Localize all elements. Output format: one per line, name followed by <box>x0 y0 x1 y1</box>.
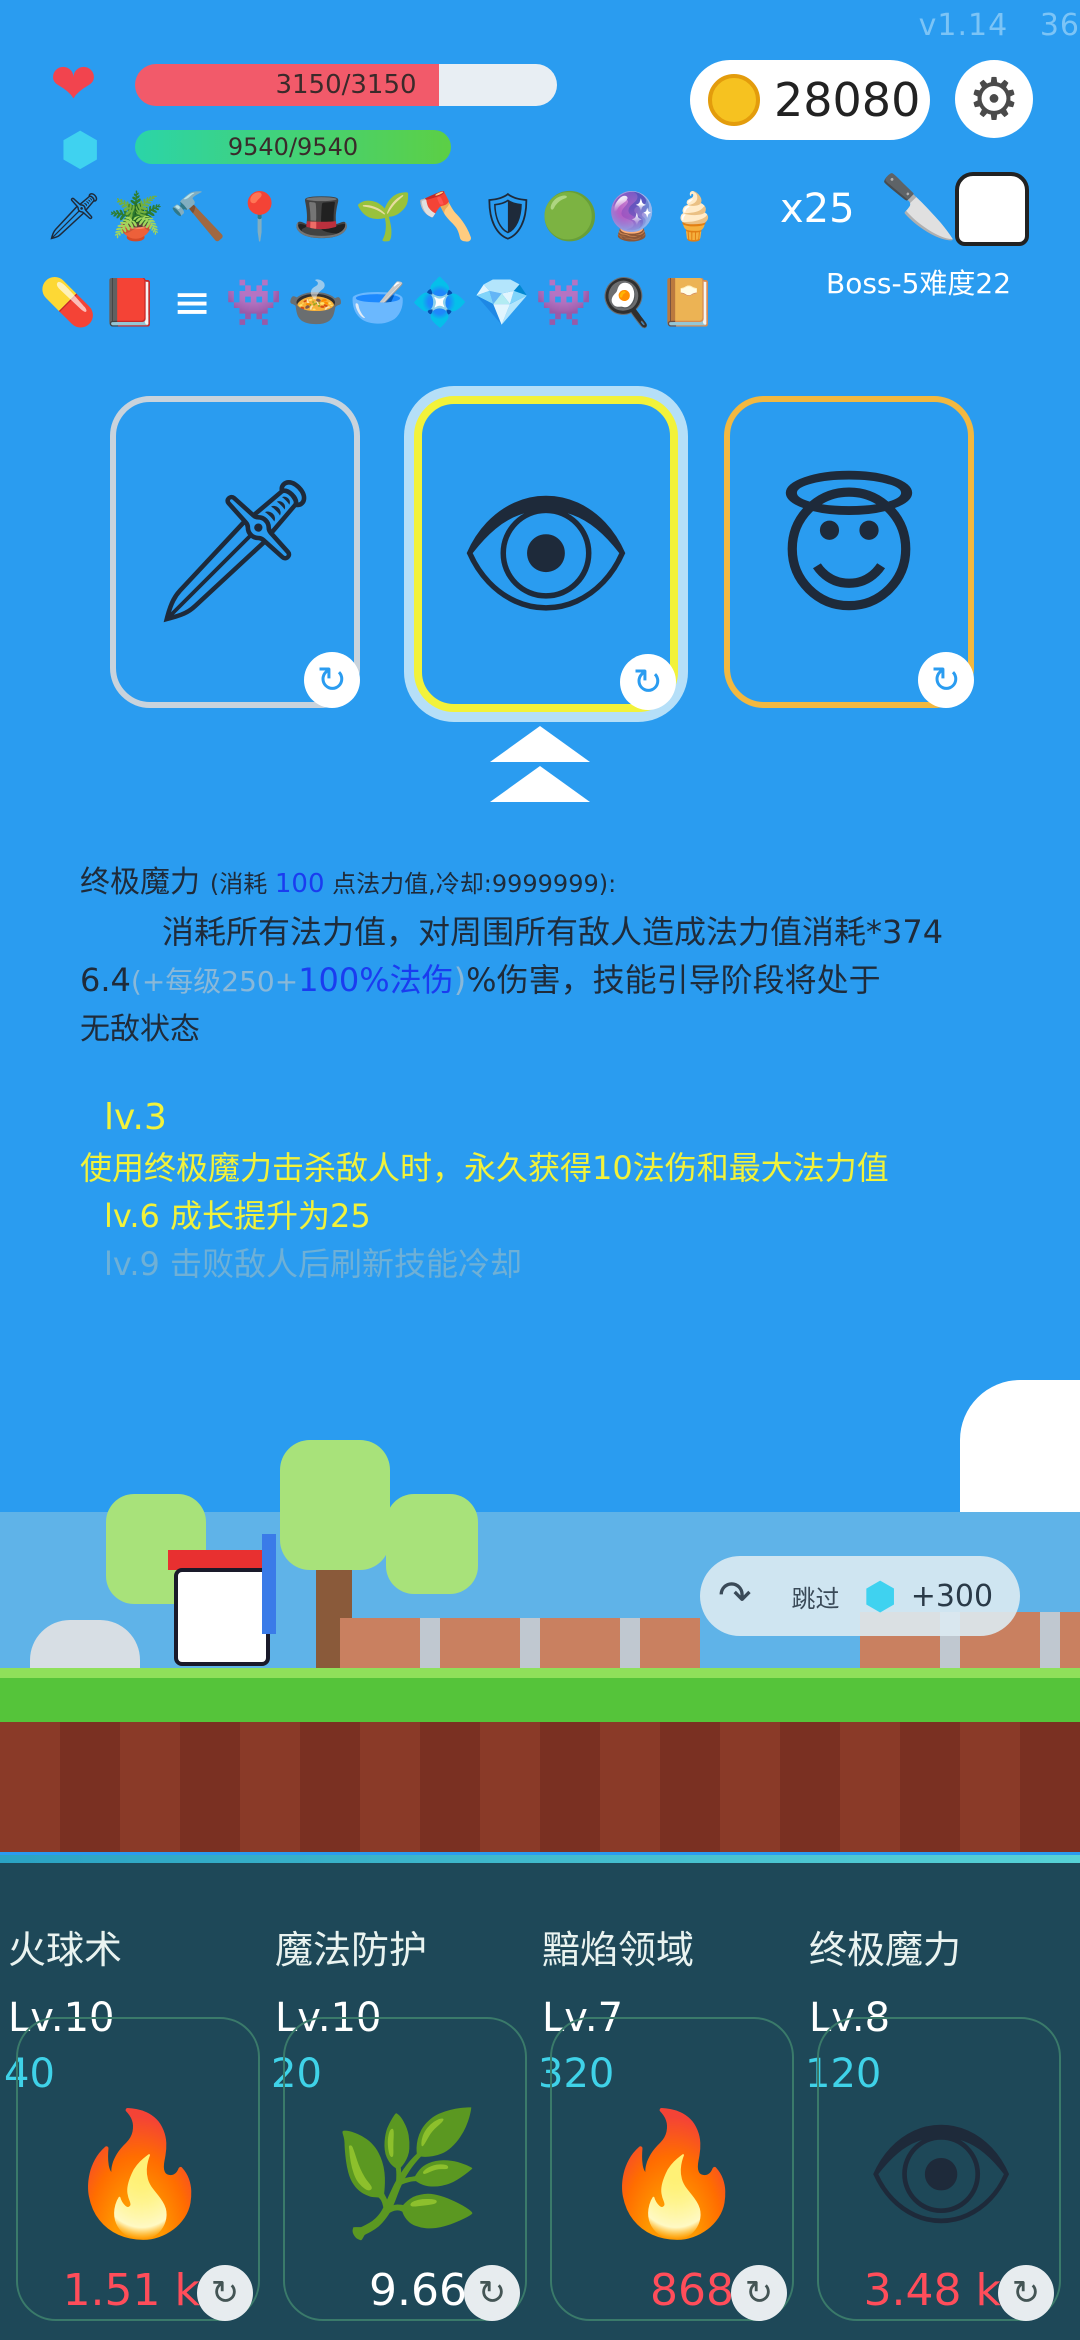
diamond-icon[interactable]: 💎 <box>473 272 530 332</box>
lv6-text: lv.6 成长提升为25 <box>104 1197 371 1235</box>
pill-icon[interactable]: 💊 <box>39 272 96 332</box>
mana-crystal-icon: ⬢ <box>60 122 101 176</box>
boss-difficulty: Boss-5难度22 <box>826 267 1012 300</box>
campfire-icon: 🔥 <box>599 2105 749 2244</box>
coin-icon <box>708 74 760 126</box>
green-orb-pet-icon[interactable]: 🟢 <box>541 186 598 246</box>
skill-name: 黯焰领域 <box>542 1928 695 1972</box>
potted-plant-icon[interactable]: 🪴 <box>107 186 164 246</box>
fried-egg-icon[interactable]: 🍳 <box>597 272 654 332</box>
skill-value: 868 <box>650 2265 734 2316</box>
skill-card-sword[interactable]: 🗡 ↻ <box>110 396 360 708</box>
mp-text: 9540/9540 <box>227 133 359 161</box>
shield-icon[interactable]: 🛡 <box>479 186 537 246</box>
hp-bar: 3150/3150 <box>135 64 557 106</box>
lv3-title: lv.3 <box>104 1097 167 1138</box>
skill-slot-ultimate-magic[interactable]: 终极魔力 Lv.8 120 👁 3.48 k ↻ <box>801 1855 1066 2340</box>
cycle-icon: ↻ <box>304 652 360 708</box>
multi-shot-icon[interactable]: ≡ <box>164 272 220 332</box>
skill-value: 1.51 k <box>62 2265 200 2316</box>
skip-arrow-icon: ↷ <box>718 1573 752 1619</box>
lv9-text: lv.9 击败敌人后刷新技能冷却 <box>104 1245 523 1283</box>
axe-icon[interactable]: 🪓 <box>417 186 474 246</box>
desc-line-1: 消耗所有法力值，对周围所有敌人造成法力值消耗*374 <box>162 913 944 951</box>
hero-sword-icon <box>262 1534 276 1634</box>
gem-icon: ⬢ <box>863 1574 897 1618</box>
cleaver-icon[interactable]: 🔪 <box>880 170 957 244</box>
heart-icon: ❤ <box>50 52 97 117</box>
skill-title-line: 终极魔力 (消耗 100 点法力值,冷却:9999999): <box>80 865 617 900</box>
hammer-icon[interactable]: 🔨 <box>169 186 226 246</box>
sword-icon[interactable]: 🗡 <box>45 186 103 246</box>
cycle-icon[interactable]: ↻ <box>197 2265 253 2321</box>
skill-name: 魔法防护 <box>275 1928 428 1972</box>
skill-panel: 火球术 Lv.10 40 🔥 1.51 k ↻ 魔法防护 Lv.10 20 🌿 … <box>0 1855 1080 2340</box>
mp-bar: 9540/9540 <box>135 130 451 164</box>
fence <box>340 1618 700 1668</box>
skill-name: 火球术 <box>8 1928 123 1972</box>
desc-line-3: 无敌状态 <box>80 1012 200 1047</box>
sapling-icon[interactable]: 🌱 <box>355 186 412 246</box>
crystal-icon[interactable]: 💠 <box>411 272 468 332</box>
stack-count: x25 <box>780 186 855 232</box>
cauldron-icon[interactable]: 🍲 <box>287 272 344 332</box>
cycle-icon: ↻ <box>918 652 974 708</box>
skill-name: 终极魔力 <box>809 1928 962 1972</box>
ice-cream-icon[interactable]: 🍦 <box>665 186 722 246</box>
settings-button[interactable]: ⚙ <box>955 60 1033 138</box>
skill-slot-fireball[interactable]: 火球术 Lv.10 40 🔥 1.51 k ↻ <box>0 1855 265 2340</box>
item-row-1: 🗡 🪴 🔨 📍 🎩 🌱 🪓 🛡 🟢 🔮 🍦 <box>45 186 723 246</box>
cycle-icon: ↻ <box>620 654 676 710</box>
hp-text: 3150/3150 <box>275 70 417 100</box>
eye-icon: 👁 <box>864 2105 1018 2244</box>
dirt-ground <box>0 1722 1080 1852</box>
leaf-icon: 🌿 <box>332 2105 482 2244</box>
hero-character <box>160 1534 276 1666</box>
coin-counter: 28080 <box>690 60 930 140</box>
upgrade-chevron-icon <box>490 726 590 802</box>
green-monster-icon[interactable]: 👾 <box>225 272 282 332</box>
rock <box>30 1620 140 1670</box>
skill-slot-dark-flame[interactable]: 黯焰领域 Lv.7 320 🔥 868 ↻ <box>534 1855 799 2340</box>
ghost-icon[interactable] <box>955 172 1029 246</box>
skill-card-angel[interactable]: 😇 ↻ <box>724 396 974 708</box>
tree <box>386 1494 478 1594</box>
tree <box>280 1440 390 1570</box>
hero-body <box>174 1568 270 1666</box>
skip-reward: +300 <box>910 1578 994 1614</box>
cycle-icon[interactable]: ↻ <box>464 2265 520 2321</box>
spell-book-icon[interactable]: 📔 <box>659 272 716 332</box>
map-pin-icon[interactable]: 📍 <box>231 186 288 246</box>
skill-description: 终极魔力 (消耗 100 点法力值,冷却:9999999): 消耗所有法力值，对… <box>80 858 1010 1054</box>
version-label: v1.14 36 <box>918 8 1080 43</box>
crystal-ball-icon[interactable]: 🔮 <box>603 186 660 246</box>
mortar-icon[interactable]: 🥣 <box>349 272 406 332</box>
skill-card-eye[interactable]: 👁 ↻ <box>414 396 678 712</box>
skill-slot-magic-shield[interactable]: 魔法防护 Lv.10 20 🌿 9.66 ↻ <box>267 1855 532 2340</box>
coin-amount: 28080 <box>774 73 921 127</box>
skip-button[interactable]: ↷ 跳过 ⬢ +300 <box>700 1556 1020 1636</box>
green-monster-2-icon[interactable]: 👾 <box>535 272 592 332</box>
gear-icon: ⚙ <box>968 65 1020 133</box>
skill-value: 3.48 k <box>863 2265 1001 2316</box>
cycle-icon[interactable]: ↻ <box>731 2265 787 2321</box>
cycle-icon[interactable]: ↻ <box>998 2265 1054 2321</box>
skull-book-icon[interactable]: 📕 <box>101 272 158 332</box>
item-row-2: 💊 📕 ≡ 👾 🍲 🥣 💠 💎 👾 🍳 📔 <box>39 272 716 332</box>
skip-label: 跳过 <box>791 1584 840 1613</box>
fire-icon: 🔥 <box>65 2105 215 2244</box>
skill-value: 9.66 <box>369 2265 467 2316</box>
hero-headband <box>168 1550 268 1570</box>
wizard-hat-icon[interactable]: 🎩 <box>293 186 350 246</box>
desc-line-2: 6.4(+每级250+100%法伤)%伤害，技能引导阶段将处于 <box>80 961 881 999</box>
lv3-text: 使用终极魔力击杀敌人时，永久获得10法伤和最大法力值 <box>80 1149 889 1187</box>
